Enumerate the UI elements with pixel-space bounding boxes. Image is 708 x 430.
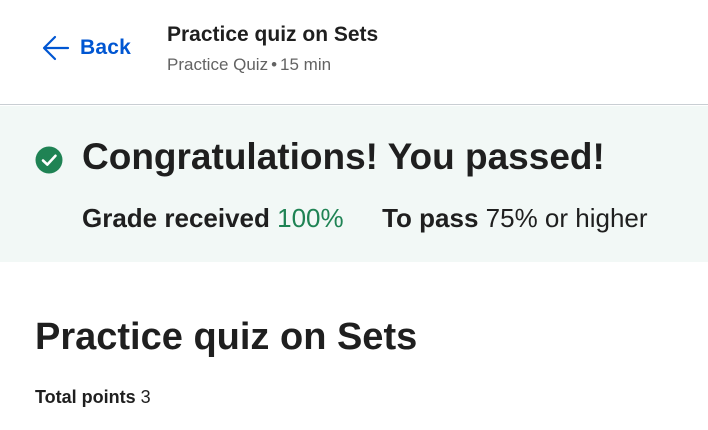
item-title: Practice quiz on Sets — [167, 23, 379, 46]
back-button[interactable]: Back — [42, 34, 131, 62]
grade-label: Grade received — [82, 203, 270, 233]
points-value: 3 — [140, 387, 151, 407]
total-points: Total points 3 — [35, 385, 151, 409]
arrow-left-icon — [42, 35, 70, 61]
page-header: Back Practice quiz on Sets Practice Quiz… — [0, 0, 708, 105]
pass-label: To pass — [382, 203, 479, 233]
back-label: Back — [80, 36, 132, 59]
pass-threshold: 75% or higher — [485, 203, 648, 233]
item-type: Practice Quiz — [167, 55, 269, 74]
item-meta: Practice Quiz • 15 min — [167, 54, 378, 76]
item-duration: 15 min — [280, 55, 332, 74]
points-label: Total points — [35, 387, 136, 407]
pass-heading: Congratulations! You passed! — [82, 136, 605, 177]
result-banner: Congratulations! You passed! Grade recei… — [0, 106, 708, 262]
check-circle-icon — [35, 146, 63, 174]
quiz-title: Practice quiz on Sets — [35, 316, 418, 358]
meta-separator: • — [271, 55, 278, 74]
item-title-block: Practice quiz on Sets Practice Quiz • 15 m… — [167, 22, 378, 76]
grade-value: 100% — [277, 203, 344, 233]
grade-summary: Grade received 100% To pass 75% or highe… — [82, 202, 648, 234]
